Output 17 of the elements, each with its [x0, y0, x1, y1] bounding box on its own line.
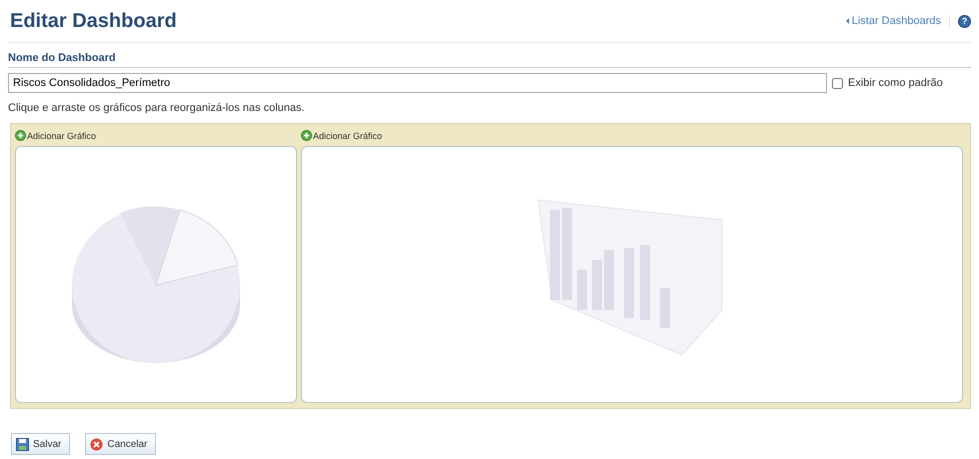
add-chart-link[interactable]: Adicionar Gráfico	[15, 127, 297, 144]
instruction-text: Clique e arraste os gráficos para reorganizá-los nas colunas.	[8, 102, 306, 114]
page-title: Editar Dashboard	[9, 10, 178, 32]
help-icon[interactable]: ?	[958, 14, 971, 28]
default-checkbox[interactable]	[832, 78, 843, 88]
plus-icon	[301, 130, 312, 141]
caret-icon	[846, 18, 849, 24]
plus-icon	[15, 130, 26, 141]
bar	[577, 270, 587, 310]
dashboard-name-field[interactable]: Riscos Consolidados_Perímetro	[8, 73, 827, 93]
field-label: Nome do Dashboard	[8, 52, 971, 68]
save-button[interactable]: Salvar	[11, 433, 70, 455]
add-chart-link[interactable]: Adicionar Gráfico	[301, 127, 963, 144]
list-dashboards-link[interactable]: Listar Dashboards	[846, 15, 950, 27]
checkbox-label: Exibir como padrão	[848, 77, 943, 89]
cancel-icon	[90, 438, 104, 450]
cancel-button[interactable]: Cancelar	[85, 433, 156, 455]
